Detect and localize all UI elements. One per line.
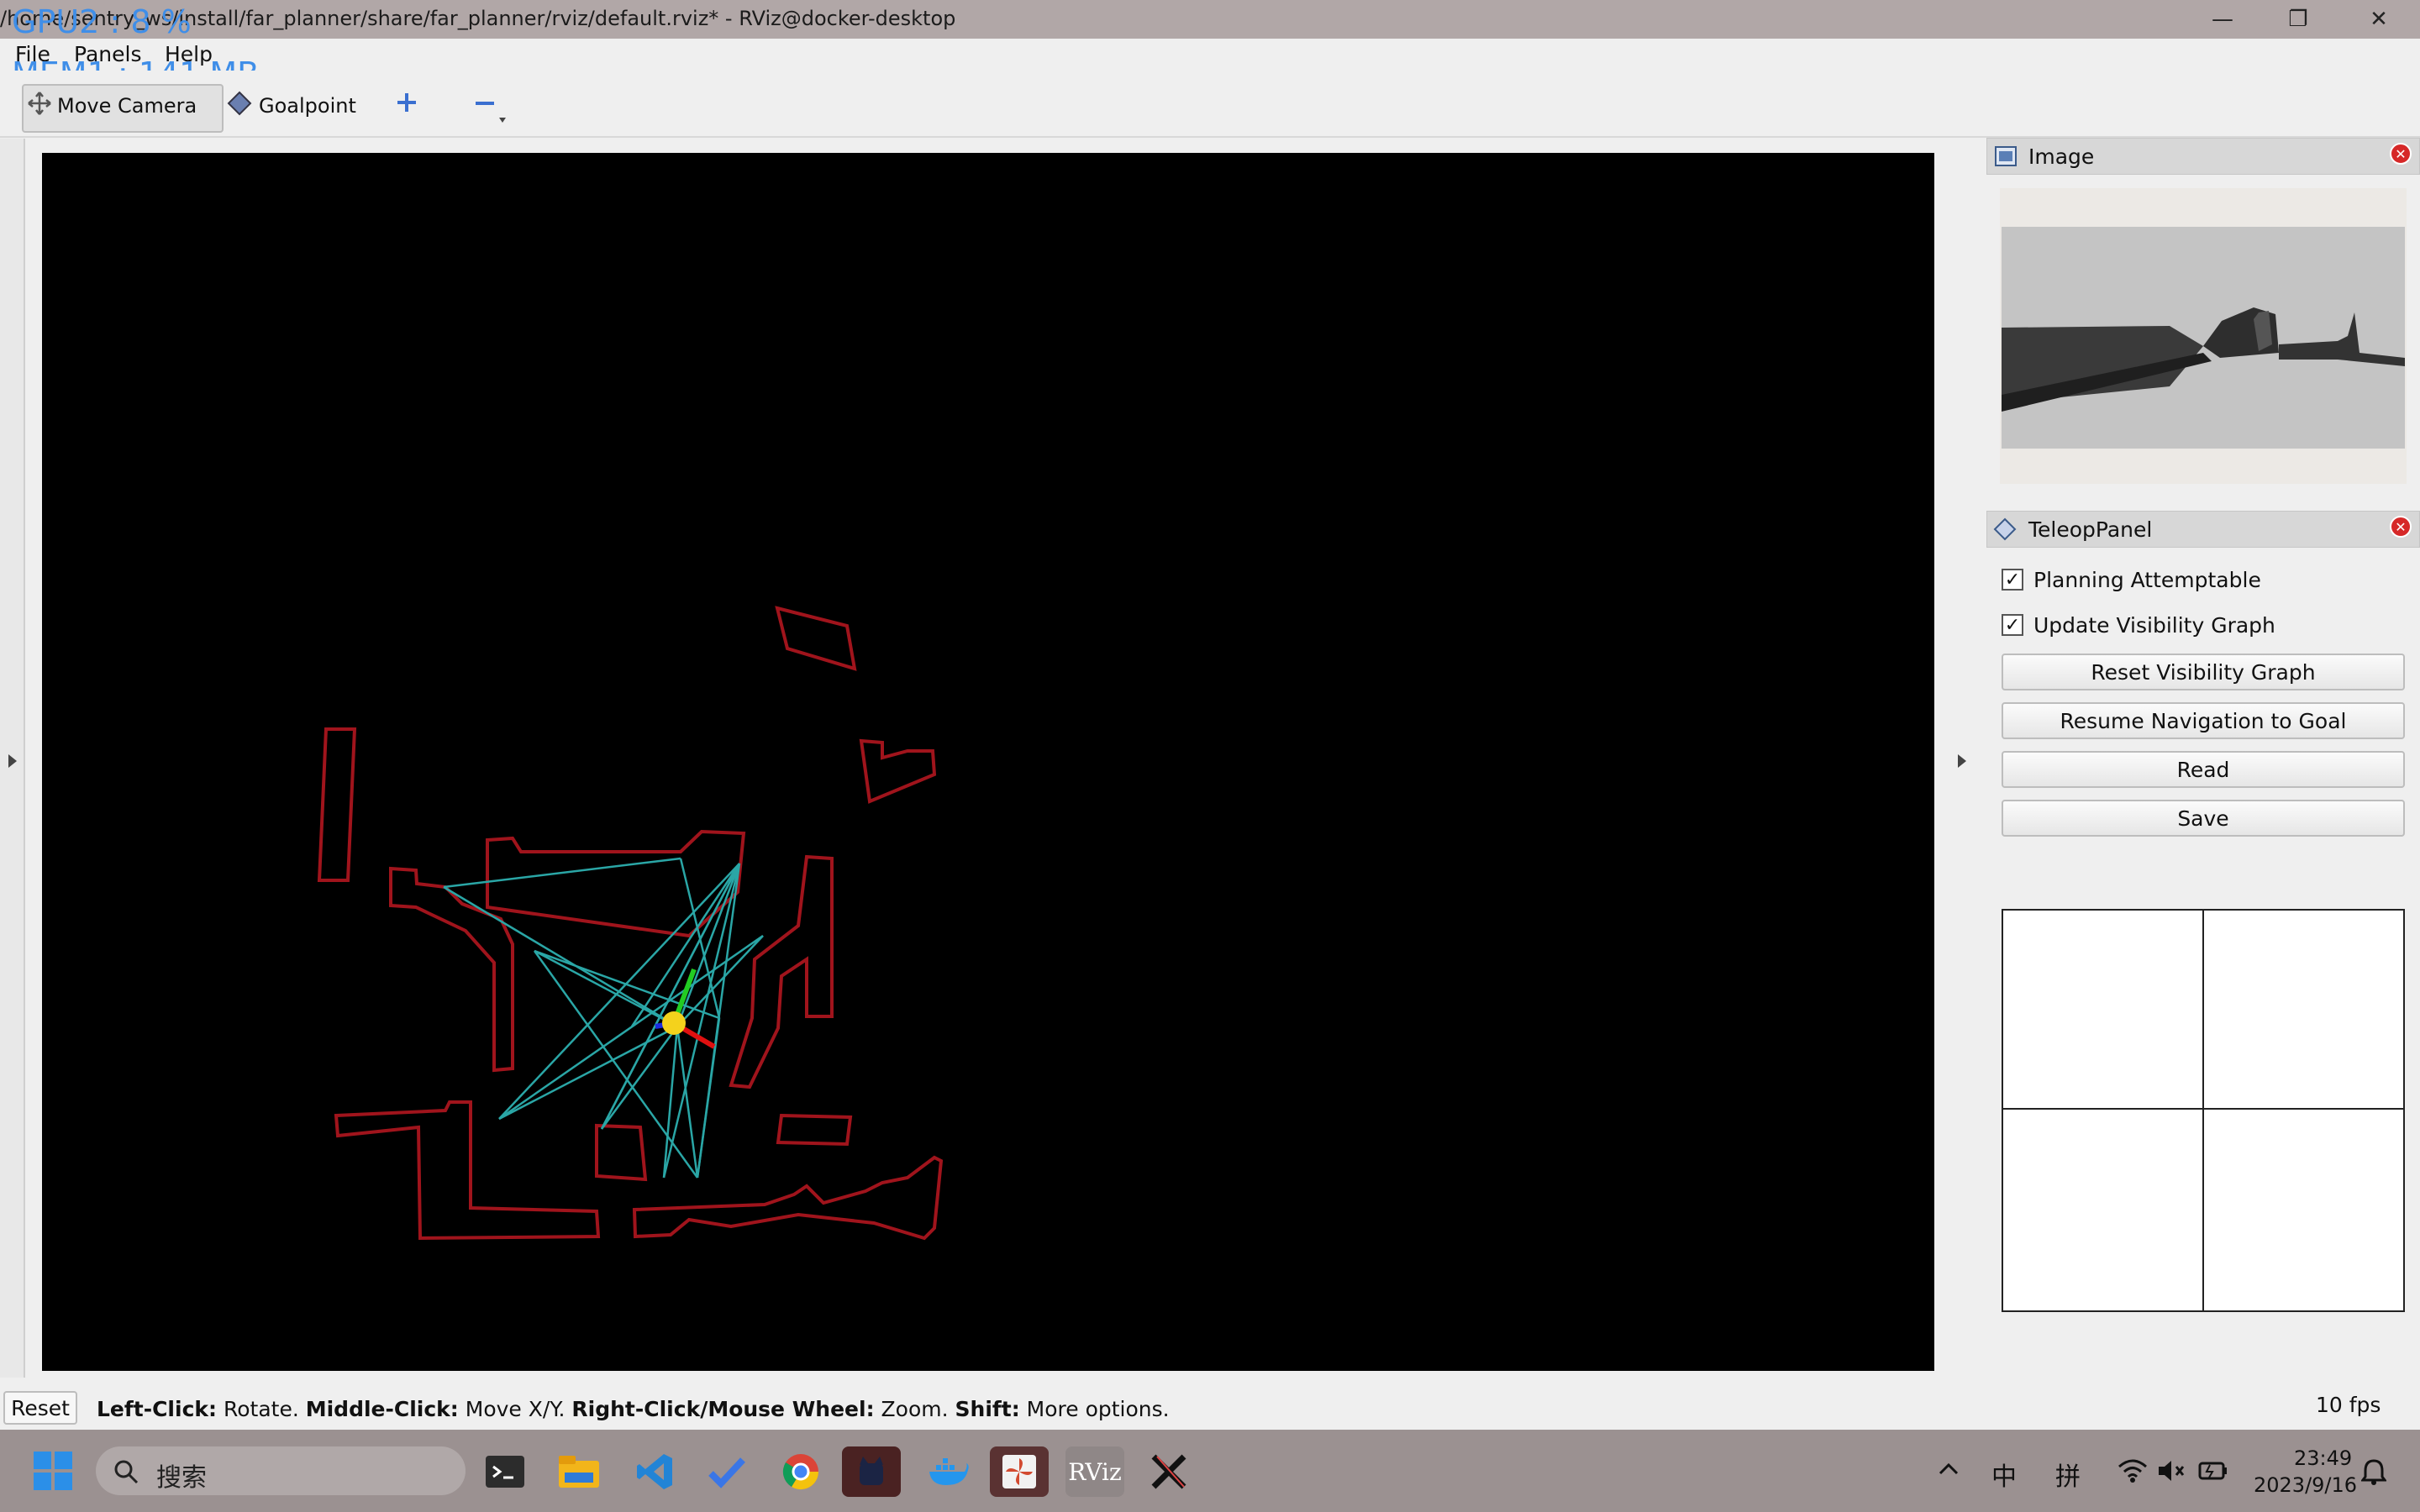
close-image-panel-icon[interactable]: ✕ [2390,143,2412,165]
show-hidden-icons-icon[interactable] [1938,1462,1960,1477]
status-hint: Left-Click: Rotate. Middle-Click: Move X… [97,1397,1170,1421]
close-window-button[interactable]: ✕ [2341,0,2417,39]
clock-date[interactable]: 2023/9/16 [2254,1473,2357,1497]
obstacle-polygon [389,866,514,1073]
hint-key: Shift: [955,1397,1020,1421]
planning-attemptable-label: Planning Attemptable [2033,568,2261,592]
joystick-vertical-divider [2202,911,2204,1310]
obstacle-polygon [595,1123,648,1182]
reset-view-button[interactable]: Reset [3,1391,77,1425]
volume-muted-icon[interactable] [2156,1458,2186,1483]
reset-visibility-graph-button[interactable]: Reset Visibility Graph [2002,654,2405,690]
taskbar-search-input[interactable] [96,1446,466,1495]
obstacle-polygon [775,606,857,671]
hint-value: Rotate. [223,1397,299,1421]
update-visibility-graph-checkbox[interactable]: ✓ [2002,614,2023,636]
joystick-horizontal-divider [2003,1108,2403,1110]
collapse-right-dock-icon[interactable] [1956,753,1968,769]
fan-app-icon[interactable] [990,1446,1049,1497]
minimize-button[interactable]: — [2185,0,2260,39]
obstacle-polygon [317,727,357,882]
move-camera-label: Move Camera [57,94,197,118]
obstacle-polygon [632,1155,944,1241]
restore-button[interactable]: ❐ [2260,0,2336,39]
x-server-icon[interactable] [1139,1446,1198,1497]
search-placeholder: 搜索 [156,1463,207,1493]
image-panel-title: Image [2028,144,2095,169]
chrome-icon[interactable] [771,1446,830,1497]
camera-image [2002,227,2405,449]
ime-mode-indicator[interactable]: 拼 [2055,1456,2081,1493]
obstacle-polygon [776,1113,853,1147]
rviz-app-icon[interactable]: RViz [1065,1446,1124,1497]
hint-key: Left-Click: [97,1397,218,1421]
image-panel-icon [1995,146,2017,166]
save-button[interactable]: Save [2002,800,2405,837]
teleop-panel-icon [1993,517,2017,541]
hint-value: More options. [1026,1397,1170,1421]
wifi-icon[interactable] [2118,1458,2148,1483]
move-camera-icon [28,92,51,115]
todo-app-icon[interactable] [697,1446,756,1497]
clock-time[interactable]: 23:49 [2294,1446,2352,1470]
obstacle-polygon [486,829,746,938]
goalpoint-icon[interactable] [227,91,252,116]
hint-key: Middle-Click: [305,1397,459,1421]
goalpoint-tool[interactable]: Goalpoint [259,94,356,118]
hint-key: Right-Click/Mouse Wheel: [571,1397,875,1421]
docker-icon[interactable] [919,1446,978,1497]
vscode-icon[interactable] [625,1446,684,1497]
ime-language-indicator[interactable]: 中 [1991,1456,2017,1493]
menu-bar [0,39,2420,71]
search-icon [114,1460,139,1484]
planning-attemptable-checkbox[interactable]: ✓ [2002,569,2023,591]
obstacle-polygons [317,606,944,1241]
gpu-usage-overlay: GPU2 : 8 % [12,3,192,40]
hint-value: Move X/Y. [465,1397,566,1421]
file-explorer-icon[interactable] [550,1446,608,1497]
battery-icon[interactable] [2198,1460,2228,1482]
map-render [317,606,944,1241]
expand-left-dock-icon[interactable] [7,753,18,769]
fps-counter: 10 fps [2316,1393,2381,1417]
teleop-panel-title: TeleopPanel [2028,517,2153,542]
remove-tool-icon[interactable] [474,94,508,128]
obstacle-polygon [859,738,937,804]
windows-start-icon[interactable] [34,1452,72,1490]
update-visibility-graph-label: Update Visibility Graph [2033,613,2275,638]
tool-bar [0,71,2420,138]
hint-value: Zoom. [881,1397,949,1421]
rviz-app-label: RViz [1068,1457,1122,1486]
close-teleop-panel-icon[interactable]: ✕ [2390,516,2412,538]
notification-bell-icon[interactable] [2361,1458,2386,1485]
add-tool-icon[interactable] [395,91,418,114]
read-button[interactable]: Read [2002,751,2405,788]
terminal-app-icon[interactable] [476,1446,534,1497]
obstacle-polygon [729,854,834,1089]
resume-navigation-button[interactable]: Resume Navigation to Goal [2002,702,2405,739]
cat-app-icon[interactable] [842,1446,901,1497]
obstacle-polygon [334,1100,601,1241]
